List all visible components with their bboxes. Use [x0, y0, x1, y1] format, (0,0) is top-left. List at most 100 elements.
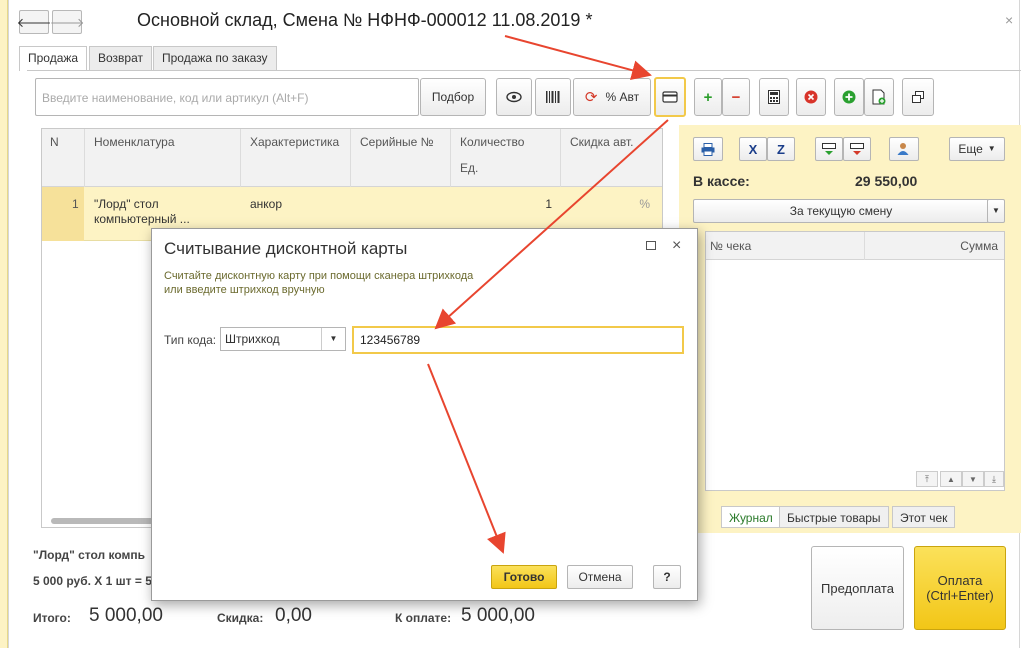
tab-sale-by-order[interactable]: Продажа по заказу [153, 46, 277, 70]
receipts-list[interactable]: № чека Сумма ⤒ ▲ ▼ ⤓ [705, 231, 1005, 491]
forward-button[interactable]: 🡒 [50, 10, 84, 34]
add-document-button[interactable] [864, 78, 894, 116]
cash-out-icon [850, 142, 864, 155]
maximize-icon[interactable] [646, 241, 656, 250]
cancel-receipt-button[interactable] [796, 78, 826, 116]
chevron-down-icon: ▼ [992, 206, 1000, 215]
current-item-calc: 5 000 руб. Х 1 шт = 5 [33, 574, 152, 588]
col-n[interactable]: N [42, 129, 67, 155]
horizontal-scrollbar[interactable] [51, 518, 159, 524]
plus-icon: + [703, 88, 713, 106]
pay-label: Оплата [937, 573, 983, 588]
row-nomenclature: "Лорд" стол компьютерный ... [94, 197, 190, 226]
col-divider [864, 232, 865, 260]
close-window-icon[interactable]: × [1005, 12, 1013, 28]
cancel-button[interactable]: Отмена [567, 565, 633, 589]
calculator-icon [768, 90, 780, 104]
auto-discount-button[interactable]: ⟳ % Авт [573, 78, 651, 116]
code-type-value: Штрихкод [225, 332, 280, 346]
period-select[interactable]: За текущую смену [693, 199, 989, 223]
x-report-button[interactable]: X [739, 137, 767, 161]
barcode-icon [546, 91, 560, 103]
period-dropdown-button[interactable]: ▼ [987, 199, 1005, 223]
tab-divider [27, 70, 1021, 71]
col-divider [350, 129, 351, 187]
x-report-icon: X [748, 141, 758, 157]
code-type-label: Тип кода: [164, 333, 217, 347]
tab-this-receipt[interactable]: Этот чек [892, 506, 956, 528]
arrow-left-icon: 🡐 [16, 14, 52, 30]
col-quantity[interactable]: Количество [452, 129, 532, 155]
more-label: Еще [958, 142, 983, 156]
cash-in-icon [822, 142, 836, 155]
row-quantity: 1 [545, 197, 552, 211]
prepayment-button[interactable]: Предоплата [811, 546, 904, 630]
z-report-button[interactable]: Z [767, 137, 795, 161]
code-type-select[interactable]: Штрихкод ▼ [220, 327, 346, 351]
prepayment-label: Предоплата [821, 580, 894, 596]
discount-value: 0,00 [275, 605, 312, 626]
col-divider [84, 129, 85, 187]
to-pay-label: К оплате: [395, 611, 452, 625]
tab-return[interactable]: Возврат [89, 46, 152, 70]
col-nomenclature[interactable]: Номенклатура [86, 129, 183, 155]
col-discount[interactable]: Скидка авт. [562, 129, 641, 155]
ok-button[interactable]: Готово [491, 565, 557, 589]
cash-out-button[interactable] [843, 137, 871, 161]
close-icon[interactable]: × [672, 237, 681, 255]
add-circle-icon [842, 90, 856, 104]
more-button[interactable]: Еще ▼ [949, 137, 1005, 161]
print-button[interactable] [693, 137, 723, 161]
view-button[interactable] [496, 78, 532, 116]
back-button[interactable]: 🡐 [16, 10, 52, 34]
add-row-button[interactable]: + [694, 78, 722, 116]
remove-row-button[interactable]: − [722, 78, 750, 116]
scroll-bottom-icon[interactable]: ⤓ [984, 471, 1004, 487]
row-n: 1 [72, 197, 79, 211]
podbor-button[interactable]: Подбор [420, 78, 486, 116]
dialog-hint: Считайте дисконтную карту при помощи ска… [164, 270, 474, 296]
refresh-icon: ⟳ [584, 88, 598, 106]
row-characteristic: анкор [250, 197, 283, 211]
cashier-button[interactable] [889, 137, 919, 161]
row-discount: % [639, 197, 650, 211]
scroll-down-icon[interactable]: ▼ [962, 471, 984, 487]
col-check-number[interactable]: № чека [710, 239, 751, 253]
chevron-down-icon: ▼ [987, 144, 996, 153]
pay-button[interactable]: Оплата (Ctrl+Enter) [914, 546, 1006, 630]
z-report-icon: Z [777, 141, 785, 157]
open-window-button[interactable] [902, 78, 934, 116]
discount-card-dialog: Считывание дисконтной карты × Считайте д… [151, 228, 698, 601]
tab-quick-goods[interactable]: Быстрые товары [779, 506, 889, 528]
col-divider [240, 129, 241, 187]
scroll-up-icon[interactable]: ▲ [940, 471, 962, 487]
tab-sale[interactable]: Продажа [19, 46, 88, 71]
help-button[interactable]: ? [653, 565, 681, 589]
col-sum[interactable]: Сумма [868, 239, 998, 253]
discount-card-button[interactable] [654, 77, 686, 117]
user-icon [897, 143, 909, 155]
search-input[interactable]: Введите наименование, код или артикул (A… [35, 78, 419, 116]
scroll-top-icon[interactable]: ⤒ [916, 471, 938, 487]
windows-icon [912, 91, 924, 103]
col-serial[interactable]: Серийные № [352, 129, 442, 155]
tab-journal[interactable]: Журнал [721, 506, 781, 528]
cash-in-button[interactable] [815, 137, 843, 161]
background-window-edge [0, 0, 8, 648]
in-cash-value: 29 550,00 [855, 173, 918, 189]
col-unit[interactable]: Ед. [452, 155, 486, 181]
col-divider [450, 129, 451, 187]
auto-discount-label: % Авт [605, 90, 640, 104]
calculator-button[interactable] [759, 78, 789, 116]
printer-icon [701, 142, 715, 156]
window-title: Основной склад, Смена № НФНФ-000012 11.0… [137, 10, 593, 30]
col-characteristic[interactable]: Характеристика [242, 129, 347, 155]
barcode-button[interactable] [535, 78, 571, 116]
chevron-down-icon[interactable]: ▼ [321, 328, 345, 350]
document-add-icon [872, 89, 886, 105]
new-receipt-button[interactable] [834, 78, 864, 116]
in-cash-label: В кассе: [693, 173, 750, 189]
table-header: N Номенклатура Характеристика Серийные №… [42, 129, 662, 187]
barcode-input[interactable]: 123456789 [352, 326, 684, 354]
discount-label: Скидка: [217, 611, 264, 625]
